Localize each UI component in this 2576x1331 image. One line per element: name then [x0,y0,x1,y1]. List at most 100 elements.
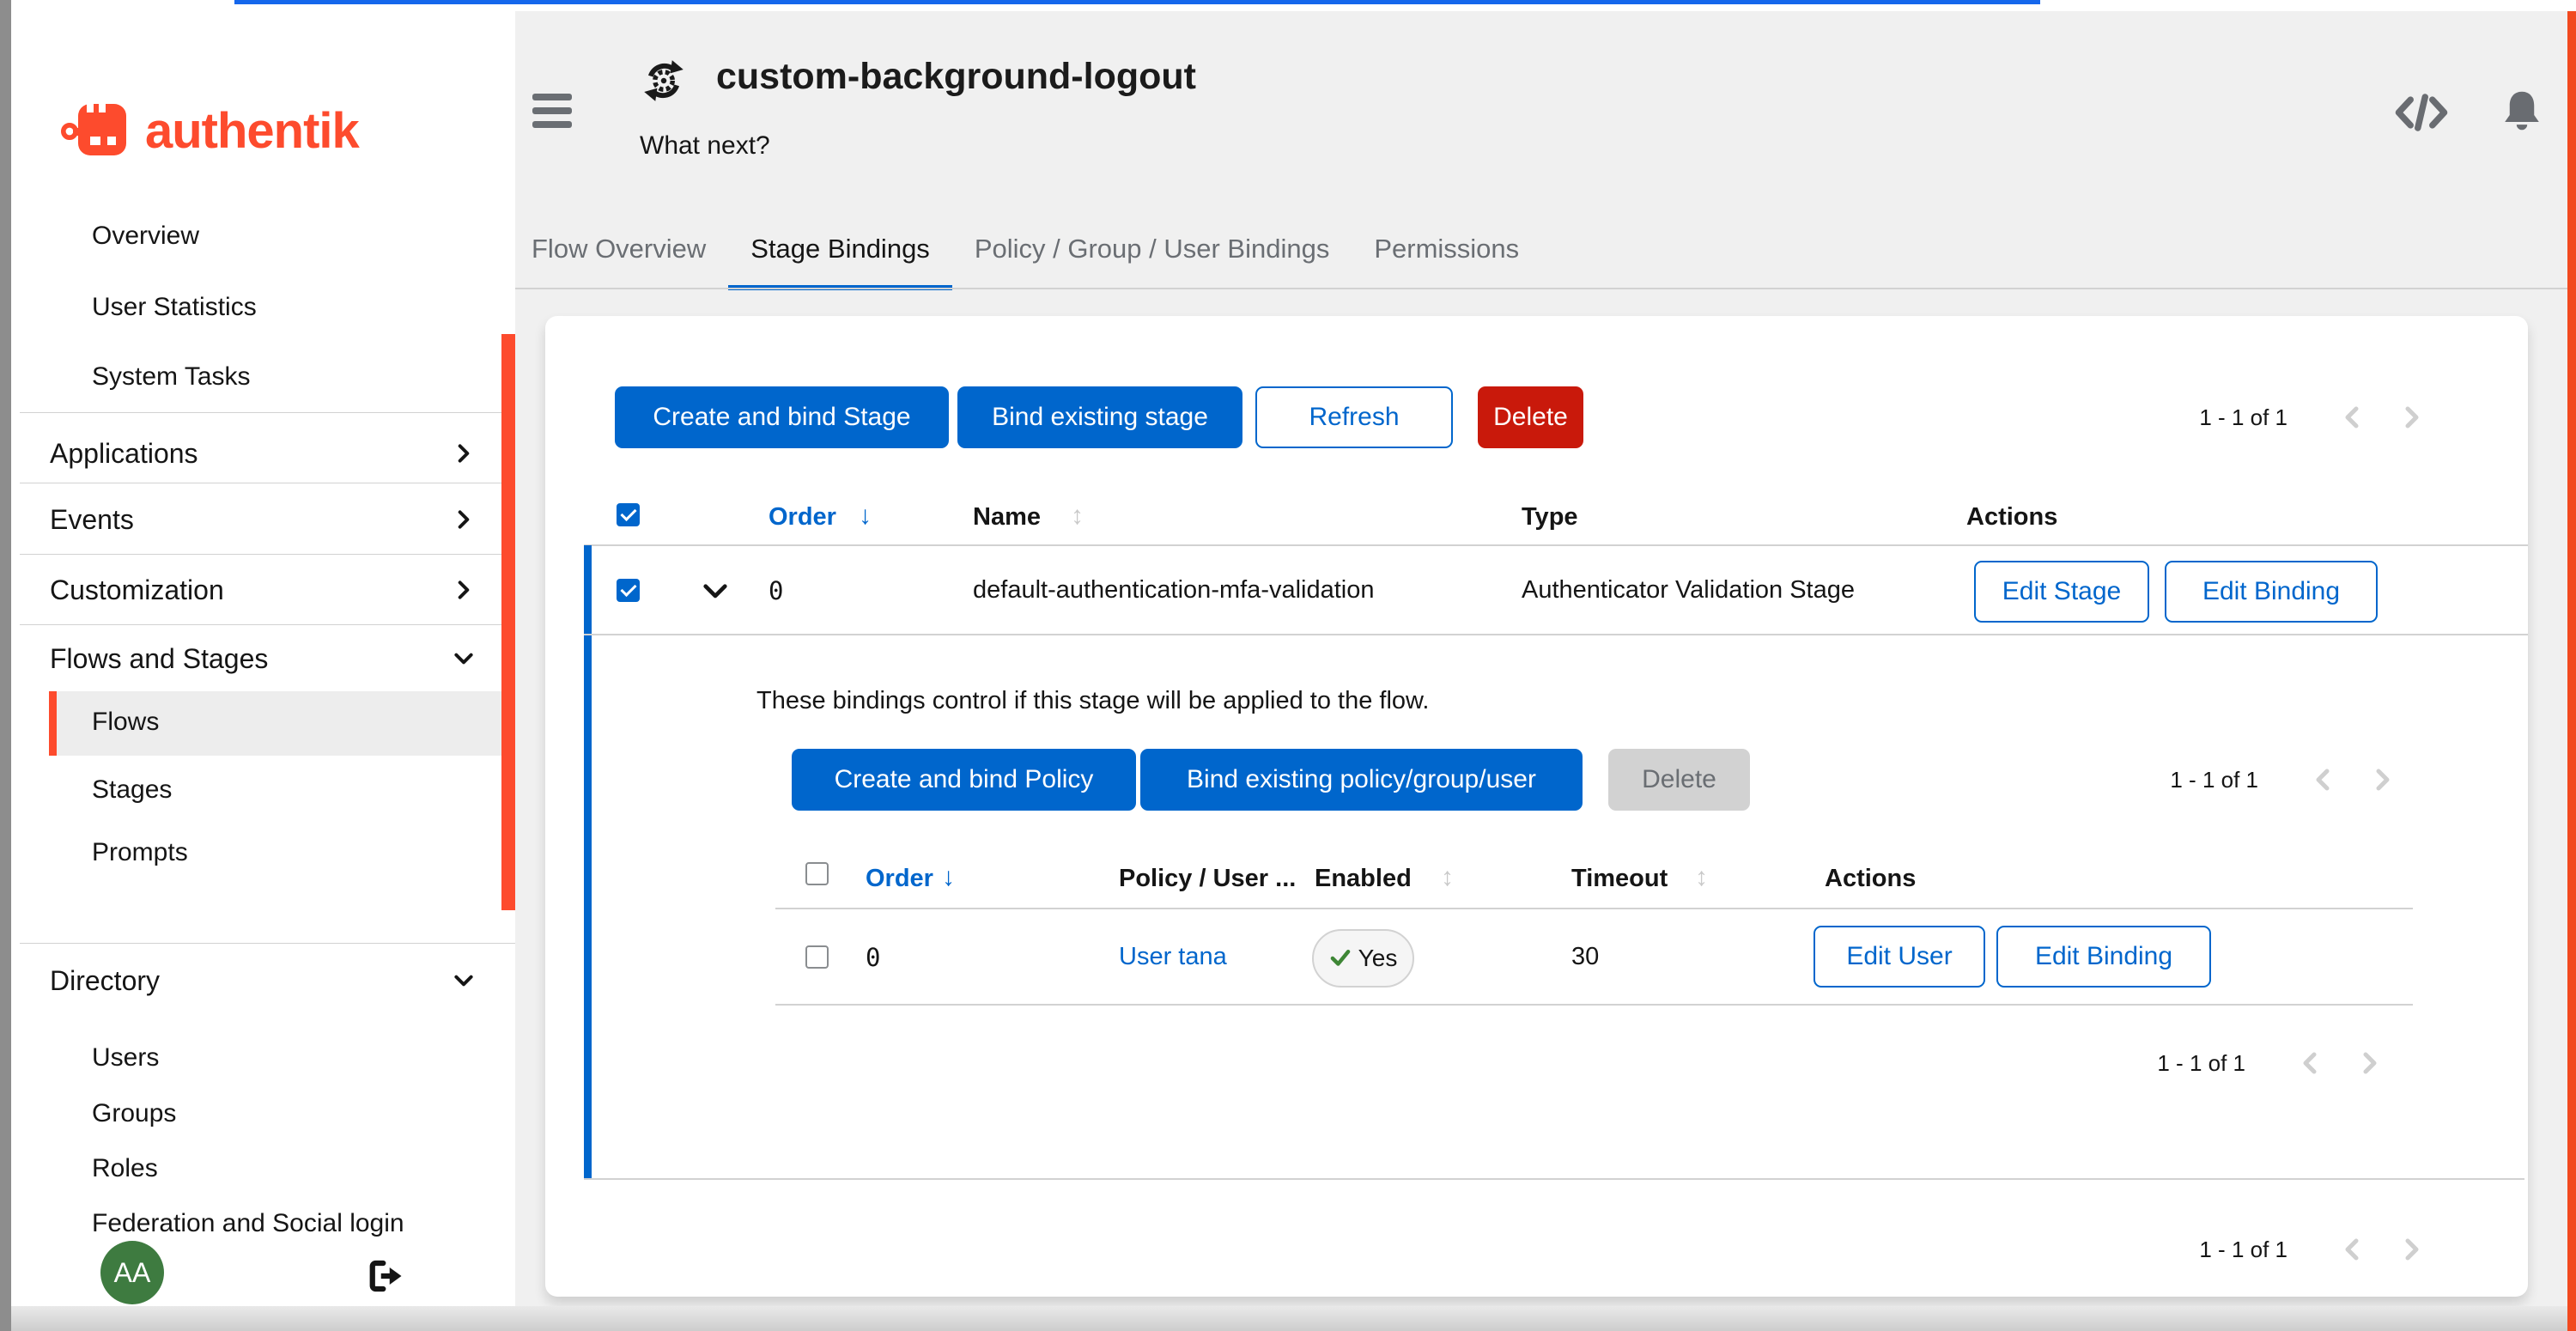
chevron-right-icon [453,508,475,531]
column-order[interactable]: Order [866,865,933,893]
check-icon [1329,947,1352,969]
chevron-right-icon [453,579,475,601]
key-icon [61,95,137,166]
avatar[interactable]: AA [100,1241,164,1304]
sidebar-item-stages[interactable]: Stages [92,775,453,805]
edit-stage-button[interactable]: Edit Stage [1974,561,2149,623]
authentik-logo[interactable]: authentik [61,95,359,166]
edit-binding-button[interactable]: Edit Binding [1996,926,2211,988]
column-timeout[interactable]: Timeout [1571,865,1668,893]
select-all-checkbox[interactable] [617,503,640,526]
cell-timeout: 30 [1571,943,1599,971]
column-actions: Actions [1825,865,1916,893]
pagination-nested-bottom: 1 - 1 of 1 [2157,1044,2400,1082]
sidebar-group-applications[interactable]: Applications [50,436,479,471]
sort-icon[interactable]: ↕ [1441,863,1454,892]
sidebar-item-users[interactable]: Users [92,1042,453,1073]
column-order[interactable]: Order [769,503,836,532]
window-left-edge [0,0,11,1331]
sidebar-divider [20,943,515,944]
active-indicator [49,691,57,756]
sidebar-item-prompts[interactable]: Prompts [92,837,453,868]
table-header-divider [584,544,2528,546]
sidebar-item-overview[interactable]: Overview [92,221,453,252]
sidebar-item-groups[interactable]: Groups [92,1098,453,1129]
sidebar-group-flows-and-stages[interactable]: Flows and Stages [50,641,479,676]
row-checkbox[interactable] [805,945,829,969]
create-and-bind-policy-button[interactable]: Create and bind Policy [792,749,1136,811]
row-checkbox[interactable] [617,579,640,602]
bindings-description: These bindings control if this stage wil… [756,687,1429,715]
cell-name: default-authentication-mfa-validation [973,576,1375,605]
sidebar-item-user-statistics[interactable]: User Statistics [92,292,453,323]
sidebar-scrollbar[interactable] [501,334,515,910]
policy-user-link[interactable]: User tana [1119,943,1227,971]
sort-icon[interactable]: ↕ [1695,863,1708,892]
sidebar-item-federation[interactable]: Federation and Social login [92,1208,504,1239]
column-type: Type [1522,503,1578,532]
window-top-strip [0,0,2576,11]
select-all-checkbox[interactable] [805,862,829,885]
window-bottom-edge [11,1306,2576,1331]
row-divider [775,1004,2413,1006]
sidebar-item-flows[interactable]: Flows [49,691,515,756]
sort-desc-icon[interactable]: ↓ [859,501,872,531]
window-top-accent [234,0,2040,4]
table-header-divider [775,908,2413,909]
tab-bar: Flow Overview Stage Bindings Policy / Gr… [530,222,1541,290]
column-policy-user[interactable]: Policy / User ... [1119,865,1296,893]
chevron-down-icon [453,969,475,992]
sidebar: authentik Overview User Statistics Syste… [11,11,515,1306]
column-actions: Actions [1966,503,2057,532]
pagination-next-icon[interactable] [2382,1237,2442,1262]
cell-order: 0 [769,576,783,605]
pagination-prev-icon[interactable] [2293,767,2353,793]
create-and-bind-stage-button[interactable]: Create and bind Stage [615,386,949,448]
column-enabled[interactable]: Enabled [1315,865,1412,893]
pagination-prev-icon[interactable] [2322,1237,2382,1262]
pagination-prev-icon[interactable] [2280,1050,2340,1076]
refresh-button[interactable]: Refresh [1255,386,1453,448]
menu-icon[interactable] [532,94,572,128]
page-scrollbar[interactable] [2567,11,2576,1331]
edit-binding-button[interactable]: Edit Binding [2165,561,2378,623]
pagination-next-icon[interactable] [2382,404,2442,430]
tab-flow-overview[interactable]: Flow Overview [530,222,728,290]
pagination-next-icon[interactable] [2340,1050,2400,1076]
sidebar-divider [20,412,515,413]
sidebar-item-roles[interactable]: Roles [92,1153,453,1184]
chevron-down-icon [453,647,475,670]
pagination-label: 1 - 1 of 1 [2157,1050,2245,1077]
main-area: custom-background-logout What next? Flow… [515,11,2576,1331]
sort-icon[interactable]: ↕ [1071,501,1084,531]
tab-stage-bindings[interactable]: Stage Bindings [728,222,952,290]
delete-policy-button[interactable]: Delete [1608,749,1750,811]
sidebar-group-events[interactable]: Events [50,502,479,537]
enabled-badge: Yes [1312,929,1414,988]
delete-button[interactable]: Delete [1478,386,1583,448]
row-divider [584,634,2528,635]
expanded-bottom-divider [584,1178,2524,1180]
edit-user-button[interactable]: Edit User [1814,926,1985,988]
tab-permissions[interactable]: Permissions [1352,222,1541,290]
sign-out-icon[interactable] [367,1259,406,1298]
column-name[interactable]: Name [973,503,1041,532]
stage-bindings-card: Create and bind Stage Bind existing stag… [545,316,2528,1297]
chevron-right-icon [453,442,475,465]
bind-existing-policy-button[interactable]: Bind existing policy/group/user [1140,749,1583,811]
sidebar-divider [20,624,515,625]
pagination-label: 1 - 1 of 1 [2170,767,2258,793]
pagination-next-icon[interactable] [2353,767,2413,793]
sidebar-item-system-tasks[interactable]: System Tasks [92,362,453,392]
code-icon[interactable] [2392,90,2451,139]
sidebar-group-directory[interactable]: Directory [50,963,479,998]
pagination-prev-icon[interactable] [2322,404,2382,430]
bell-icon[interactable] [2500,88,2543,137]
sidebar-group-customization[interactable]: Customization [50,573,479,607]
row-expander-chevron-down-icon[interactable] [702,580,728,603]
cell-type: Authenticator Validation Stage [1522,576,1855,605]
sort-desc-icon[interactable]: ↓ [942,863,955,892]
sidebar-divider [20,554,515,555]
bind-existing-stage-button[interactable]: Bind existing stage [957,386,1242,448]
tab-policy-group-user-bindings[interactable]: Policy / Group / User Bindings [952,222,1352,290]
